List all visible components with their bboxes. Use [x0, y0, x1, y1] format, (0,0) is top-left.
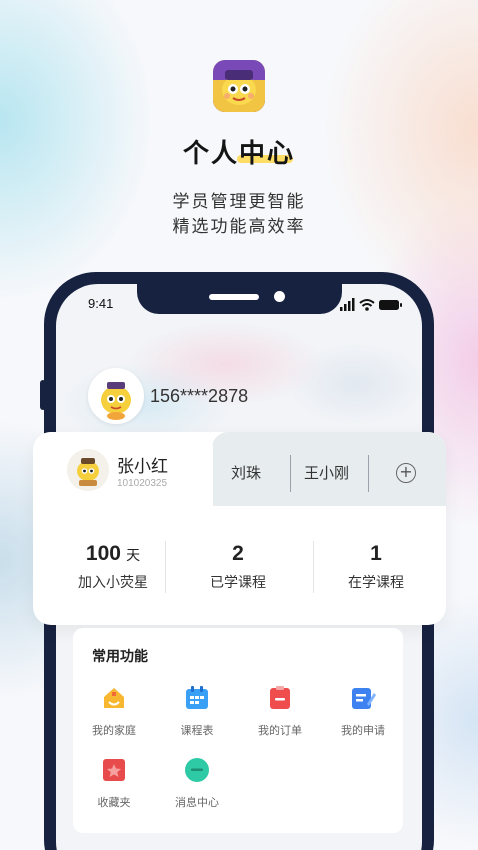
notch-camera	[274, 291, 285, 302]
stat-joined-days: 100 天 加入小荧星	[44, 542, 182, 592]
app-logo	[213, 60, 265, 112]
feature-label: 消息中心	[175, 796, 219, 809]
phone-notch	[137, 272, 342, 314]
stat-label: 在学课程	[348, 575, 404, 591]
status-icons	[340, 297, 402, 311]
feature-message-center[interactable]: 消息中心	[157, 756, 237, 810]
feature-label: 课程表	[180, 724, 214, 737]
tab-student-2[interactable]: 王小刚	[304, 462, 349, 483]
home-icon	[100, 684, 128, 712]
stat-current-courses: 1 在学课程	[307, 542, 445, 592]
status-time: 9:41	[88, 296, 114, 311]
plus-circle-icon[interactable]: +	[396, 463, 416, 483]
stat-value: 1	[370, 542, 382, 565]
tab-divider	[290, 455, 291, 492]
feature-label: 我的申请	[341, 724, 385, 737]
favorites-icon	[100, 756, 128, 784]
features-title: 常用功能	[92, 649, 148, 665]
avatar[interactable]	[88, 368, 144, 424]
calendar-icon	[183, 684, 211, 712]
tab-divider	[368, 455, 369, 492]
page-title: 个人中心	[182, 139, 295, 169]
feature-schedule[interactable]: 课程表	[157, 684, 237, 738]
student-avatar[interactable]	[67, 449, 109, 491]
stat-unit: 天	[126, 548, 141, 564]
student-id: 101020325	[117, 478, 168, 489]
feature-label: 我的订单	[258, 724, 302, 737]
stat-value: 2	[232, 542, 244, 565]
feature-my-applications[interactable]: 我的申请	[323, 684, 403, 738]
feature-label: 收藏夹	[97, 796, 131, 809]
subtitle-line-1: 学员管理更智能	[172, 192, 306, 212]
stat-label: 加入小荧星	[78, 575, 148, 591]
stat-value: 100	[85, 542, 121, 565]
order-icon	[266, 684, 294, 712]
phone-number: 156****2878	[150, 386, 249, 406]
subtitle-line-2: 精选功能高效率	[172, 217, 306, 237]
wifi-icon	[359, 299, 375, 311]
feature-favorites[interactable]: 收藏夹	[74, 756, 154, 810]
feature-my-orders[interactable]: 我的订单	[240, 684, 320, 738]
feature-label: 我的家庭	[92, 724, 136, 737]
feature-my-family[interactable]: 我的家庭	[74, 684, 154, 738]
stat-learned-courses: 2 已学课程	[169, 542, 307, 592]
notch-speaker	[209, 294, 259, 300]
stat-divider	[165, 541, 166, 593]
application-icon	[349, 684, 377, 712]
battery-icon	[379, 300, 402, 310]
stat-label: 已学课程	[210, 575, 266, 591]
tab-student-1[interactable]: 刘珠	[231, 462, 261, 483]
student-name: 张小红	[117, 457, 168, 477]
signal-icon	[340, 298, 355, 311]
message-icon	[183, 756, 211, 784]
